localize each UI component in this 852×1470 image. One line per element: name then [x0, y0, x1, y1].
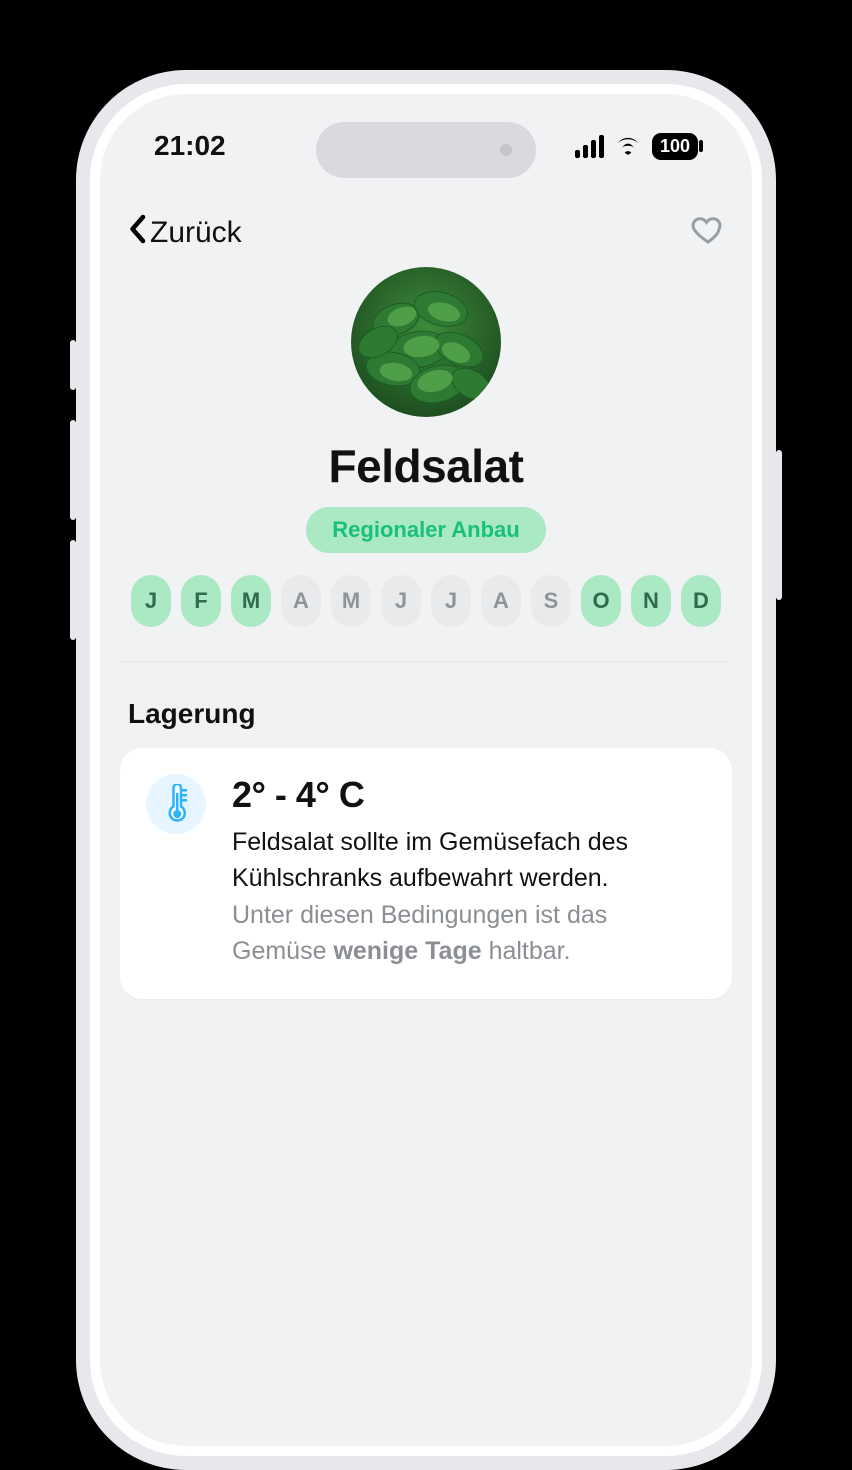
thermometer-icon — [146, 774, 206, 834]
storage-description: Feldsalat sollte im Gemüsefach des Kühls… — [232, 824, 706, 969]
month-5: M — [331, 575, 371, 627]
volume-down-button — [70, 540, 76, 640]
month-9: S — [531, 575, 571, 627]
month-6: J — [381, 575, 421, 627]
chevron-left-icon — [126, 214, 148, 252]
power-button — [776, 450, 782, 600]
battery-icon: 100 — [652, 133, 698, 160]
volume-up-button — [70, 420, 76, 520]
month-2: F — [181, 575, 221, 627]
back-label: Zurück — [150, 216, 242, 250]
storage-secondary-bold: wenige Tage — [333, 937, 481, 965]
item-title: Feldsalat — [329, 439, 524, 493]
months-row: JFMAMJJASOND — [131, 575, 721, 627]
region-tag: Regionaler Anbau — [306, 507, 545, 553]
storage-primary: Feldsalat sollte im Gemüsefach des Kühls… — [232, 828, 628, 892]
item-image — [351, 267, 501, 417]
month-11: N — [631, 575, 671, 627]
back-button[interactable]: Zurück — [126, 214, 242, 252]
month-4: A — [281, 575, 321, 627]
storage-card: 2° - 4° C Feldsalat sollte im Gemüsefach… — [120, 748, 732, 999]
month-10: O — [581, 575, 621, 627]
month-1: J — [131, 575, 171, 627]
cellular-icon — [575, 135, 604, 158]
nav-bar: Zurück — [120, 204, 732, 257]
month-3: M — [231, 575, 271, 627]
status-time: 21:02 — [154, 130, 226, 162]
section-title-storage: Lagerung — [128, 698, 732, 730]
hero: Feldsalat Regionaler Anbau JFMAMJJASOND — [120, 257, 732, 662]
device-frame: 21:02 100 Zurück — [76, 70, 776, 1470]
storage-secondary-post: haltbar. — [482, 937, 571, 965]
battery-level: 100 — [660, 136, 690, 157]
storage-temperature: 2° - 4° C — [232, 774, 706, 816]
side-button — [70, 340, 76, 390]
favorite-button[interactable] — [690, 212, 726, 253]
wifi-icon — [614, 130, 642, 162]
heart-icon — [690, 235, 726, 252]
month-7: J — [431, 575, 471, 627]
screen: 21:02 100 Zurück — [100, 94, 752, 1446]
month-12: D — [681, 575, 721, 627]
status-bar: 21:02 100 — [100, 130, 752, 162]
month-8: A — [481, 575, 521, 627]
